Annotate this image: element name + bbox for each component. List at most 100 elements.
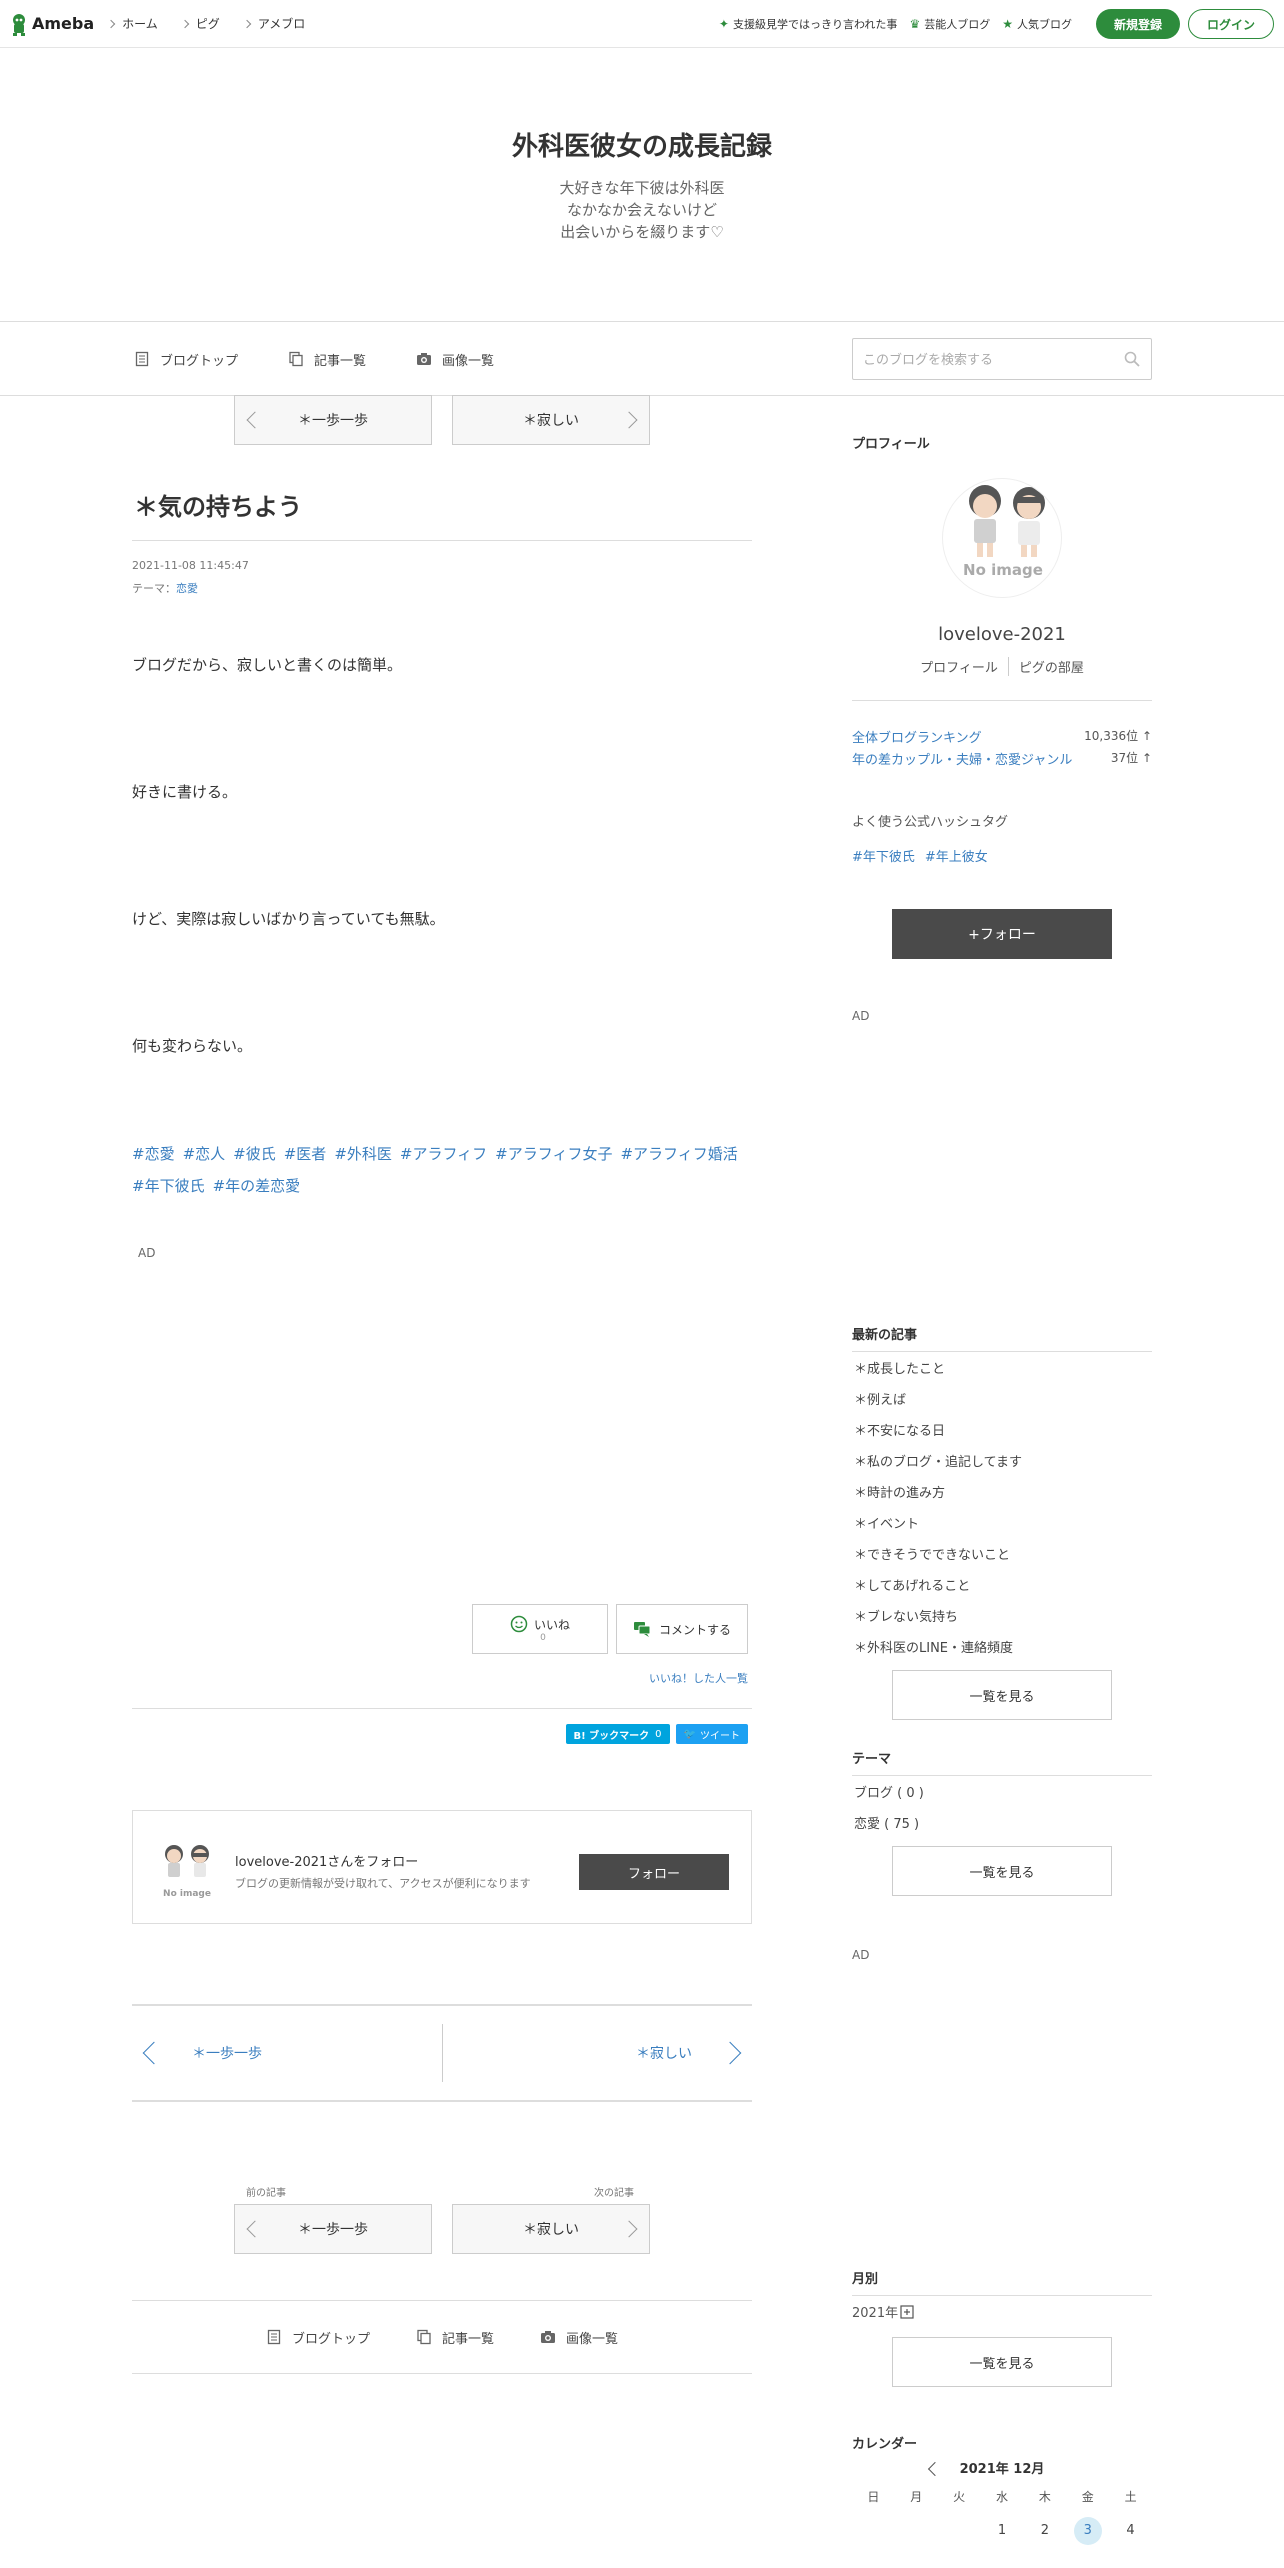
monthly-see-all-button[interactable]: 一覧を見る (892, 2337, 1112, 2387)
global-nav-ameblo[interactable]: アメブロ (242, 15, 305, 32)
profile-avatar[interactable]: No image (942, 478, 1062, 598)
trending-topic-link[interactable]: ✦ 支援級見学ではっきり言われた事 (719, 16, 898, 32)
calendar-day[interactable]: 4 (1109, 2523, 1152, 2545)
like-count: 0 (540, 1633, 546, 1643)
footer-nav-entries[interactable]: 記事一覧 (416, 2328, 494, 2347)
next-article-button[interactable]: ＊寂しい (452, 395, 650, 445)
signup-button[interactable]: 新規登録 (1095, 9, 1180, 39)
blog-header: 外科医彼女の成長記録 大好きな年下彼は外科医 なかなか会えないけど 出会いからを… (0, 48, 1284, 322)
ameba-logo[interactable]: Ameba (10, 12, 94, 36)
hatena-bookmark-button[interactable]: B! ブックマーク 0 (565, 1724, 670, 1744)
recent-item[interactable]: ＊できそうでできないこと (852, 1540, 1152, 1571)
noimage-avatar-icon: No image (163, 1845, 211, 1899)
footer-nav-top[interactable]: ブログトップ (266, 2328, 370, 2347)
recent-item[interactable]: ＊私のブログ・追記してます (852, 1447, 1152, 1478)
article-title[interactable]: ＊気の持ちよう (132, 487, 752, 541)
tweet-button[interactable]: 🐦 ツイート (675, 1724, 748, 1744)
chevron-left-icon (246, 411, 264, 429)
blog-nav-entries[interactable]: 記事一覧 (288, 350, 366, 369)
weekday-label: 火 (953, 2490, 966, 2504)
comment-button[interactable]: コメントする (616, 1604, 748, 1654)
official-hashtags: #年下彼氏 #年上彼女 (852, 846, 1152, 865)
pig-room-link[interactable]: ピグの部屋 (1009, 657, 1084, 676)
hashtag-link[interactable]: #年下彼氏 (132, 1177, 205, 1195)
blog-nav: ブログトップ 記事一覧 画像一覧 (0, 322, 1284, 396)
global-nav: ホーム ピグ アメブロ (106, 15, 329, 32)
official-hashtag-link[interactable]: #年上彼女 (925, 846, 988, 865)
popular-blog-link[interactable]: ★ 人気ブログ (1002, 16, 1072, 32)
blog-title[interactable]: 外科医彼女の成長記録 (0, 126, 1284, 163)
bottom-next-link[interactable]: ＊寂しい (442, 2006, 752, 2100)
prev-article-button[interactable]: ＊一歩一歩 (234, 2204, 432, 2254)
calendar-day-today[interactable]: 3 (1066, 2517, 1109, 2545)
hashtag-link[interactable]: #アラフィフ (400, 1145, 487, 1163)
expand-plus-icon[interactable] (900, 2304, 914, 2319)
sidebar-ad-label: AD (852, 1948, 870, 1962)
global-nav-home[interactable]: ホーム (106, 15, 158, 32)
blog-search-input[interactable] (863, 351, 1123, 367)
login-button[interactable]: ログイン (1187, 9, 1274, 39)
article-theme: テーマ：恋愛 (132, 582, 198, 595)
theme-heading: テーマ (852, 1748, 1152, 1776)
global-header: Ameba ホーム ピグ アメブロ ✦ 支援級見学ではっきり言われた事 ♛ 芸能人ブ… (0, 0, 1284, 48)
ranking-value: 37位 ↑ (1110, 751, 1152, 765)
article-paragraph: 何も変わらない。 (132, 1037, 253, 1055)
recent-item[interactable]: ＊成長したこと (852, 1354, 1152, 1385)
hashtag-link[interactable]: #彼氏 (233, 1145, 276, 1163)
hashtag-link[interactable]: #外科医 (334, 1145, 392, 1163)
bottom-prev-link[interactable]: ＊一歩一歩 (132, 2006, 442, 2100)
celebrity-blog-link[interactable]: ♛ 芸能人ブログ (909, 16, 990, 32)
article-theme-link[interactable]: 恋愛 (176, 582, 198, 595)
profile-username[interactable]: lovelove-2021 (852, 624, 1152, 645)
ameba-mascot-icon (13, 13, 25, 36)
hashtag-link[interactable]: #アラフィフ女子 (495, 1145, 612, 1163)
blog-description-line: 大好きな年下彼は外科医 (559, 179, 725, 197)
star-icon: ★ (1002, 17, 1013, 31)
recent-item[interactable]: ＊例えば (852, 1385, 1152, 1416)
theme-item[interactable]: 恋愛 ( 75 ) (852, 1809, 1152, 1840)
hashtag-link[interactable]: #恋人 (183, 1145, 226, 1163)
ameba-logo-text: Ameba (32, 14, 95, 33)
hashtag-link[interactable]: #年の差恋愛 (213, 1177, 301, 1195)
chevron-left-icon (142, 2041, 166, 2065)
hashtag-link[interactable]: #恋愛 (132, 1145, 175, 1163)
twitter-bird-icon: 🐦 (683, 1728, 696, 1740)
blog-nav-top[interactable]: ブログトップ (134, 350, 238, 369)
recent-heading: 最新の記事 (852, 1324, 1152, 1352)
official-hashtag-link[interactable]: #年下彼氏 (852, 846, 915, 865)
recent-item[interactable]: ＊イベント (852, 1509, 1152, 1540)
divider (132, 1708, 752, 1709)
liked-users-link[interactable]: いいね！した人一覧 (649, 1670, 748, 1686)
recent-item[interactable]: ＊時計の進み方 (852, 1478, 1152, 1509)
like-button[interactable]: いいね 0 (472, 1604, 608, 1654)
crown-icon: ♛ (909, 17, 921, 31)
monthly-year-row[interactable]: 2021年 (852, 2302, 1152, 2321)
theme-see-all-button[interactable]: 一覧を見る (892, 1846, 1112, 1896)
search-icon[interactable] (1123, 350, 1141, 368)
calendar-prev-icon[interactable] (927, 2461, 943, 2477)
calendar-day[interactable]: 1 (981, 2523, 1024, 2545)
noimage-avatar-icon: No image (963, 485, 1045, 579)
chevron-right-icon (242, 19, 252, 28)
ranking-label[interactable]: 年の差カップル・夫婦・恋愛ジャンル (852, 749, 1072, 771)
recent-item[interactable]: ＊してあげれること (852, 1571, 1152, 1602)
recent-see-all-button[interactable]: 一覧を見る (892, 1670, 1112, 1720)
sidebar-follow-button[interactable]: +フォロー (892, 909, 1112, 959)
next-article-button[interactable]: ＊寂しい (452, 2204, 650, 2254)
global-nav-pigg[interactable]: ピグ (180, 15, 220, 32)
profile-link[interactable]: プロフィール (920, 657, 1009, 676)
hashtag-link[interactable]: #アラフィフ婚活 (620, 1145, 737, 1163)
theme-item[interactable]: ブログ ( 0 ) (852, 1778, 1152, 1809)
footer-nav-images[interactable]: 画像一覧 (540, 2328, 618, 2347)
prev-article-button[interactable]: ＊一歩一歩 (234, 395, 432, 445)
hashtag-link[interactable]: #医者 (284, 1145, 327, 1163)
recent-item[interactable]: ＊ブレない気持ち (852, 1602, 1152, 1633)
calendar-week-row: 1 2 3 4 (852, 2517, 1152, 2545)
recent-item[interactable]: ＊外科医のLINE・連絡頻度 (852, 1633, 1152, 1664)
blog-nav-images[interactable]: 画像一覧 (416, 350, 494, 369)
recent-item[interactable]: ＊不安になる日 (852, 1416, 1152, 1447)
ranking-label[interactable]: 全体ブログランキング (852, 727, 982, 749)
noimage-label: No image (163, 1889, 211, 1899)
follow-box-button[interactable]: フォロー (579, 1854, 729, 1890)
calendar-day[interactable]: 2 (1023, 2523, 1066, 2545)
